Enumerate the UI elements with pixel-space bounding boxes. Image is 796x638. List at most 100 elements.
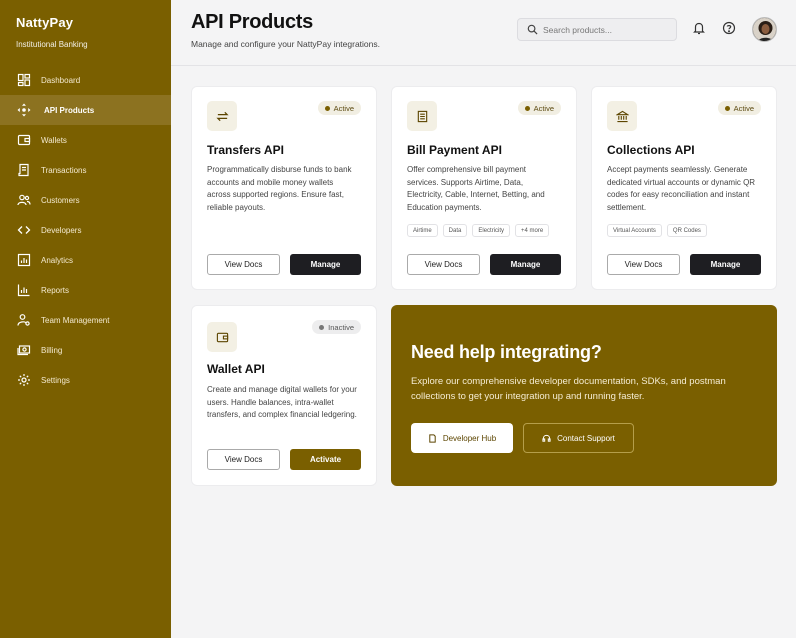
document-icon: [429, 433, 436, 443]
search-box[interactable]: [517, 18, 677, 41]
card-description: Accept payments seamlessly. Generate ded…: [607, 165, 756, 212]
sidebar-item-label: Transactions: [41, 165, 87, 175]
sidebar-item-dashboard[interactable]: Dashboard: [0, 65, 171, 95]
status-badge: Active: [317, 101, 361, 115]
manage-button[interactable]: Manage: [690, 254, 761, 275]
product-card-transfers: Active Transfers API Programmatically di…: [191, 86, 377, 290]
tag: QR Codes: [666, 224, 707, 237]
button-label: Contact Support: [557, 433, 615, 443]
brand-name: NattyPay: [16, 15, 74, 30]
sidebar-item-billing[interactable]: Billing: [0, 335, 171, 365]
product-card-bill-payment: Active Bill Payment API Offer comprehens…: [391, 86, 577, 290]
wallet-icon: [17, 134, 31, 146]
manage-button[interactable]: Manage: [290, 254, 361, 275]
product-card-collections: Active Collections API Accept payments s…: [591, 86, 777, 290]
view-docs-button[interactable]: View Docs: [207, 449, 280, 470]
search-icon: [527, 24, 538, 35]
card-description: Programmatically disburse funds to bank …: [207, 165, 352, 212]
sidebar-item-settings[interactable]: Settings: [0, 365, 171, 395]
card-title: Wallet API: [207, 362, 265, 376]
view-docs-button[interactable]: View Docs: [407, 254, 480, 275]
tag-list: Airtime Data Electricity +4 more: [407, 224, 550, 237]
activate-button[interactable]: Activate: [290, 449, 361, 470]
card-icon: [207, 322, 237, 352]
sidebar-item-api-products[interactable]: API Products: [0, 95, 171, 125]
help-banner: Need help integrating? Explore our compr…: [391, 305, 777, 486]
status-dot: [324, 105, 330, 111]
tag-more: +4 more: [515, 224, 550, 237]
search-input[interactable]: [543, 24, 663, 35]
team-icon: [17, 314, 30, 326]
wallet-icon: [216, 332, 228, 342]
billing-icon: [17, 345, 31, 356]
developer-hub-button[interactable]: Developer Hub: [411, 423, 513, 453]
reports-icon: [17, 284, 30, 297]
card-title: Bill Payment API: [407, 143, 502, 157]
analytics-icon: [17, 253, 31, 267]
help-title: Need help integrating?: [411, 342, 602, 362]
avatar-image: [753, 18, 776, 41]
view-docs-button[interactable]: View Docs: [607, 254, 680, 275]
card-icon: [207, 101, 237, 131]
status-label: Active: [333, 103, 354, 113]
sidebar-item-analytics[interactable]: Analytics: [0, 245, 171, 275]
code-icon: [17, 226, 31, 234]
view-docs-button[interactable]: View Docs: [207, 254, 280, 275]
sidebar-item-label: Team Management: [41, 315, 110, 325]
sidebar-item-wallets[interactable]: Wallets: [0, 125, 171, 155]
status-dot: [724, 105, 730, 111]
sidebar-item-transactions[interactable]: Transactions: [0, 155, 171, 185]
contact-support-button[interactable]: Contact Support: [523, 423, 634, 453]
status-badge: Inactive: [312, 320, 361, 334]
sidebar-item-label: Settings: [41, 375, 70, 385]
status-badge: Active: [717, 101, 761, 115]
bell-icon[interactable]: [692, 21, 706, 35]
help-icon[interactable]: [722, 21, 736, 35]
card-icon: [407, 101, 437, 131]
product-card-wallet: Inactive Wallet API Create and manage di…: [191, 305, 377, 486]
sidebar-item-label: Customers: [41, 195, 80, 205]
status-badge: Active: [517, 101, 561, 115]
card-title: Collections API: [607, 143, 695, 157]
status-label: Active: [733, 103, 754, 113]
card-description: Offer comprehensive bill payment service…: [407, 165, 545, 212]
manage-button[interactable]: Manage: [490, 254, 561, 275]
sidebar-item-label: Developers: [41, 225, 82, 235]
sidebar-item-label: Dashboard: [41, 75, 81, 85]
brand-subtitle: Institutional Banking: [16, 40, 88, 49]
dashboard-icon: [17, 73, 31, 87]
users-icon: [17, 194, 31, 206]
tag: Virtual Accounts: [607, 224, 662, 237]
page-title: API Products: [191, 11, 313, 33]
headset-icon: [542, 434, 551, 442]
bank-icon: [615, 110, 629, 122]
sidebar-item-team-management[interactable]: Team Management: [0, 305, 171, 335]
status-dot: [319, 324, 325, 330]
transfer-arrows-icon: [215, 111, 229, 121]
tag-list: Virtual Accounts QR Codes: [607, 224, 707, 237]
status-label: Active: [533, 103, 554, 113]
sidebar: NattyPay Institutional Banking Dashboard…: [0, 0, 171, 638]
tag: Electricity: [472, 224, 511, 237]
gear-icon: [18, 374, 30, 386]
page-header: API Products Manage and configure your N…: [171, 0, 796, 66]
avatar[interactable]: [752, 17, 777, 42]
card-title: Transfers API: [207, 143, 284, 157]
sidebar-item-label: Billing: [41, 345, 63, 355]
sidebar-item-developers[interactable]: Developers: [0, 215, 171, 245]
tag: Airtime: [407, 224, 438, 237]
receipt-icon: [18, 163, 29, 177]
card-icon: [607, 101, 637, 131]
sidebar-item-customers[interactable]: Customers: [0, 185, 171, 215]
api-icon: [17, 103, 31, 117]
bill-icon: [417, 110, 427, 122]
tag: Data: [442, 224, 468, 237]
sidebar-item-label: Wallets: [41, 135, 67, 145]
button-label: Developer Hub: [442, 433, 497, 443]
brand: NattyPay Institutional Banking: [16, 15, 88, 49]
card-description: Create and manage digital wallets for yo…: [207, 385, 357, 420]
status-dot: [524, 105, 530, 111]
sidebar-item-label: API Products: [44, 105, 95, 115]
help-text: Explore our comprehensive developer docu…: [411, 376, 726, 402]
sidebar-item-reports[interactable]: Reports: [0, 275, 171, 305]
